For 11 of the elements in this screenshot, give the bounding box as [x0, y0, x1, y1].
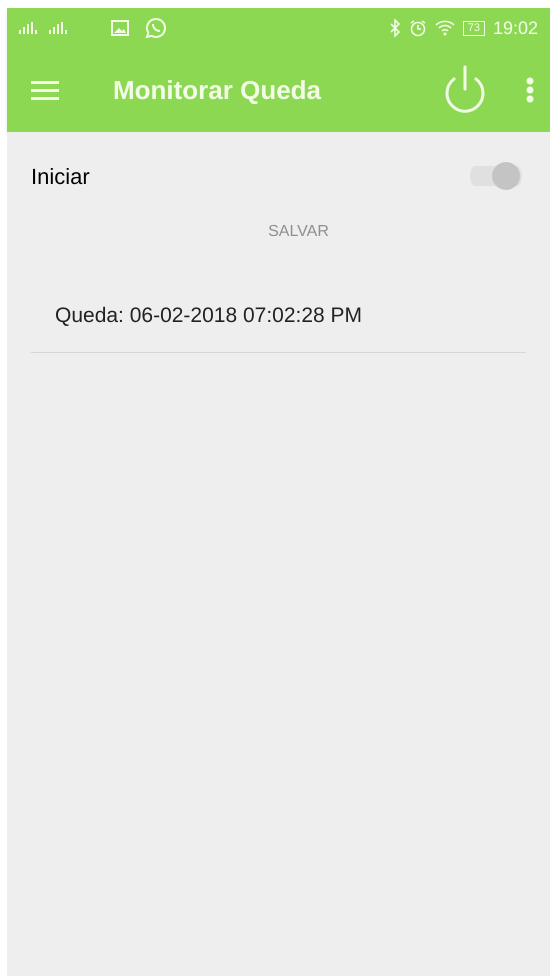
image-icon [111, 20, 129, 36]
battery-indicator: 73 [462, 20, 485, 36]
switch-label: Iniciar [31, 162, 90, 190]
toolbar-title: Monitorar Queda [113, 74, 322, 106]
clock-time: 19:02 [492, 16, 538, 40]
wifi-icon [434, 20, 455, 36]
alarm-icon [408, 19, 427, 37]
fall-record[interactable]: Queda: 06-02-2018 07:02:28 PM [55, 304, 362, 327]
more-options-icon[interactable] [526, 77, 534, 103]
chat-bubble-icon [145, 17, 167, 39]
bluetooth-icon [388, 19, 401, 37]
